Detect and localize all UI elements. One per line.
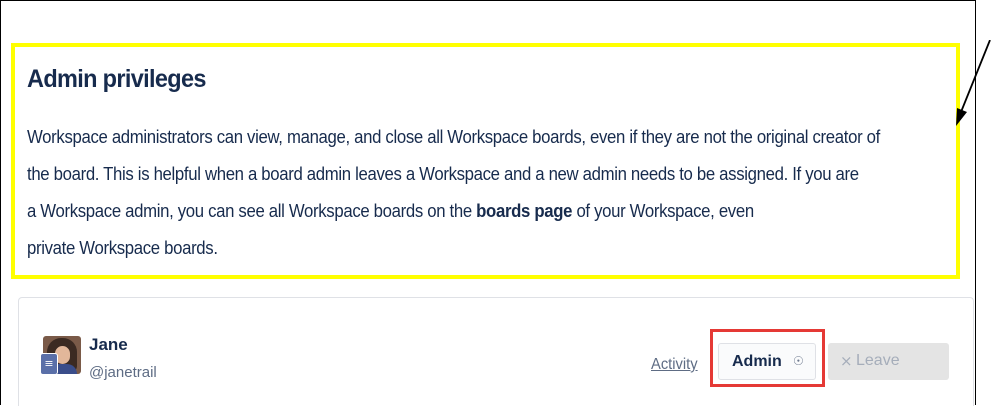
description-line-3-end: of your Workspace, even: [572, 201, 754, 221]
activity-link[interactable]: Activity: [651, 356, 698, 374]
section-title: Admin privileges: [27, 65, 206, 93]
annotation-arrow-icon: [956, 40, 991, 126]
member-name: Jane: [89, 335, 128, 354]
circle-chevron-down-icon: ☉: [793, 354, 804, 368]
member-username: @janetrail: [89, 364, 157, 381]
description-line-2: the board. This is helpful when a board …: [27, 164, 859, 184]
admin-privileges-callout: Admin privileges Workspace administrator…: [11, 43, 960, 279]
description-line-3: a Workspace admin, you can see all Works…: [27, 193, 897, 230]
description-line-3-start: a Workspace admin, you can see all Works…: [27, 201, 477, 221]
description-line-4: private Workspace boards.: [27, 238, 218, 258]
workspace-admin-badge-icon: ≡: [40, 353, 58, 375]
boards-page-link[interactable]: boards page: [476, 201, 572, 221]
section-description: Workspace administrators can view, manag…: [27, 119, 962, 267]
leave-label: Leave: [856, 352, 900, 369]
leave-button[interactable]: × Leave: [828, 343, 949, 380]
role-label: Admin: [732, 353, 782, 370]
member-row: ≡ Jane @janetrail Activity Admin ☉ × Lea…: [18, 297, 974, 406]
role-dropdown-button[interactable]: Admin ☉: [718, 343, 816, 380]
close-x-icon: ×: [840, 352, 853, 370]
description-line-1: Workspace administrators can view, manag…: [27, 127, 880, 147]
